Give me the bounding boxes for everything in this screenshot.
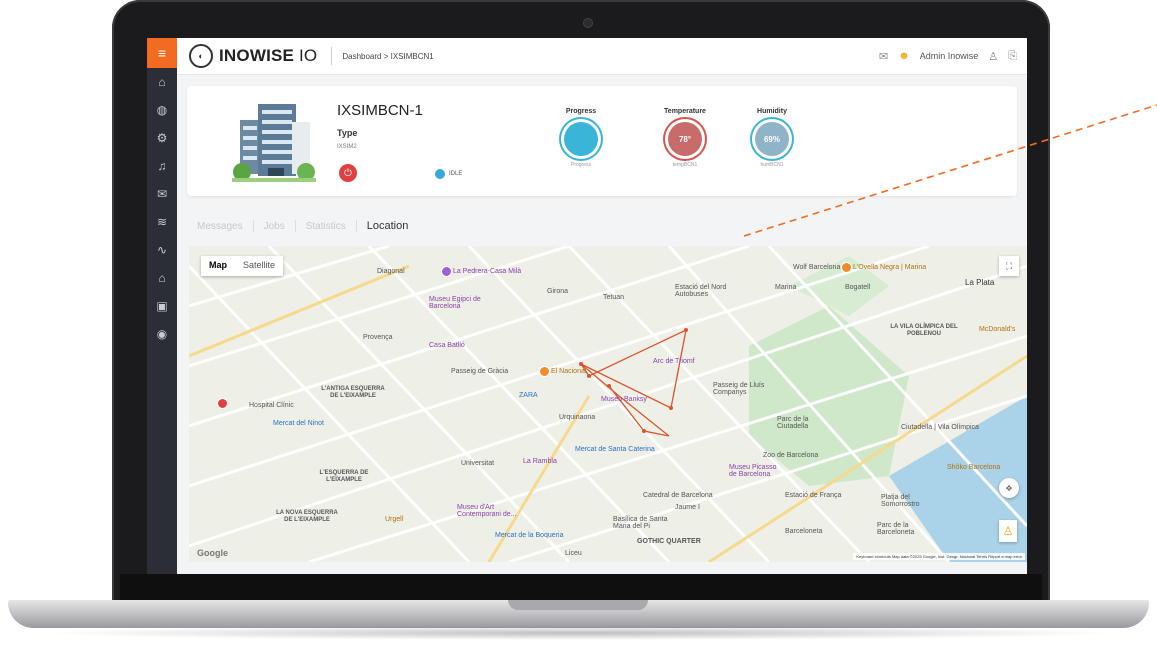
callout-line [743,104,1157,237]
